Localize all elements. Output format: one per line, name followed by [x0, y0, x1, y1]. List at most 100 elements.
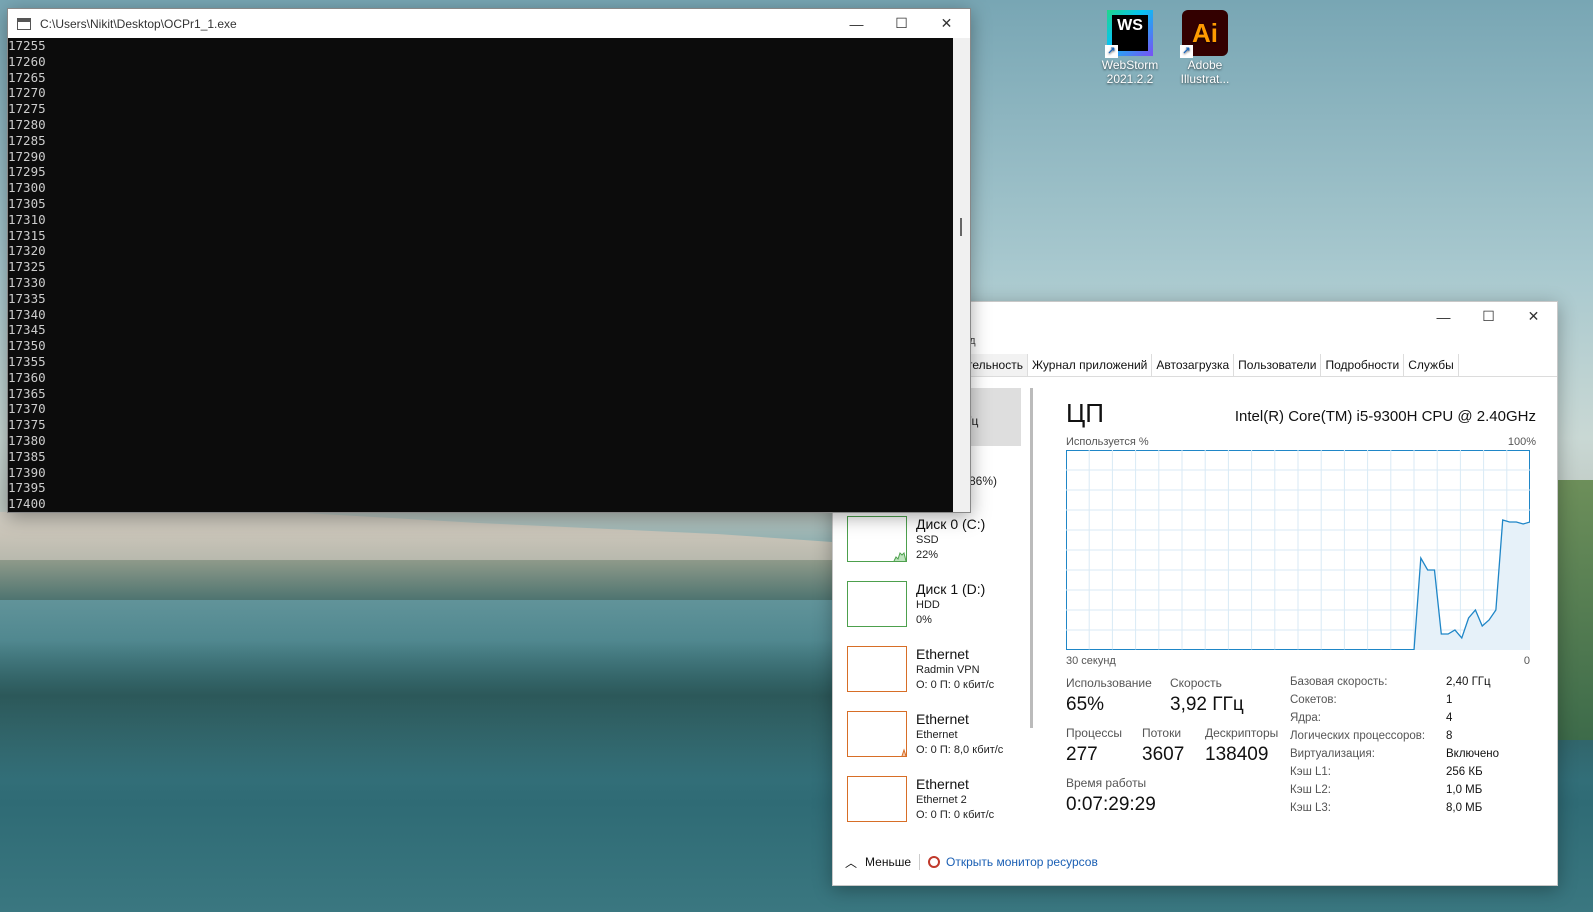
console-title: C:\Users\Nikit\Desktop\OCPr1_1.exe: [40, 16, 237, 31]
shortcut-arrow-icon: ↗: [1180, 45, 1193, 58]
tab-services[interactable]: Службы: [1404, 354, 1459, 376]
console-line: 17290: [8, 148, 46, 164]
resource-item-ethernet[interactable]: Ethernet Ethernet О: 0 П: 8,0 кбит/с: [847, 711, 1032, 761]
console-line: 17340: [8, 306, 46, 322]
threads-label: Потоки: [1142, 726, 1182, 740]
detail-value: 8: [1446, 730, 1453, 742]
tab-app-history[interactable]: Журнал приложений: [1028, 354, 1153, 376]
cpu-usage-graph: [1066, 450, 1530, 650]
console-line: 17350: [8, 338, 46, 354]
console-line: 17360: [8, 369, 46, 385]
footer-separator: [919, 854, 920, 870]
detail-value: 2,40 ГГц: [1446, 676, 1491, 688]
console-scrollbar[interactable]: [953, 38, 970, 512]
tab-startup[interactable]: Автозагрузка: [1152, 354, 1235, 376]
tab-users[interactable]: Пользователи: [1234, 354, 1322, 376]
console-line: 17335: [8, 290, 46, 306]
zero-axis-label: 0: [1523, 655, 1530, 667]
resource-sub: SSD: [916, 534, 939, 546]
console-line: 17330: [8, 274, 46, 290]
console-line: 17325: [8, 259, 46, 275]
ethernet-sparkline: [901, 748, 907, 757]
uptime-label: Время работы: [1066, 776, 1147, 790]
console-line: 17385: [8, 448, 46, 464]
resource-monitor-icon: [928, 856, 940, 868]
resource-sub: Ethernet 2: [916, 794, 967, 806]
utilization-value: 65%: [1066, 694, 1105, 715]
time-axis-label: 30 секунд: [1066, 655, 1116, 667]
resource-name: Ethernet: [916, 776, 969, 792]
console-line: 17395: [8, 480, 46, 496]
wallpaper-right-land: [1553, 480, 1593, 740]
resource-value: О: 0 П: 0 кбит/с: [916, 809, 995, 821]
disk0-sparkline: [893, 552, 907, 562]
disk0-thumbnail: [847, 516, 907, 562]
console-line: 17380: [8, 432, 46, 448]
resource-item-ethernet-radmin[interactable]: Ethernet Radmin VPN О: 0 П: 0 кбит/с: [847, 646, 1032, 696]
console-line: 17390: [8, 464, 46, 480]
illustrator-icon: Ai ↗: [1180, 10, 1228, 58]
ethernet-thumbnail: [847, 711, 907, 757]
detail-value: 1: [1446, 694, 1453, 706]
chevron-up-icon: ︿: [845, 855, 858, 870]
detail-key: Кэш L1:: [1290, 766, 1331, 778]
console-line: 17345: [8, 322, 46, 338]
tab-performance[interactable]: тельность: [963, 354, 1028, 376]
detail-key: Логических процессоров:: [1290, 730, 1426, 742]
console-line: 17355: [8, 353, 46, 369]
console-line: 17280: [8, 116, 46, 132]
tab-bar: тельность Журнал приложений Автозагрузка…: [963, 354, 1459, 376]
resource-name: Ethernet: [916, 646, 969, 662]
resource-item-disk1[interactable]: Диск 1 (D:) HDD 0%: [847, 581, 1032, 631]
close-button[interactable]: ✕: [1511, 302, 1556, 331]
console-line: 17275: [8, 101, 46, 117]
detail-value: 4: [1446, 712, 1453, 724]
console-line: 17295: [8, 164, 46, 180]
speed-value: 3,92 ГГц: [1170, 694, 1244, 715]
detail-key: Кэш L2:: [1290, 784, 1331, 796]
detail-key: Сокетов:: [1290, 694, 1337, 706]
console-line: 17370: [8, 401, 46, 417]
console-titlebar[interactable]: C:\Users\Nikit\Desktop\OCPr1_1.exe — ☐ ✕: [8, 9, 970, 38]
footer-bar: ︿ Меньше Открыть монитор ресурсов: [833, 848, 1557, 876]
desktop-icon-illustrator[interactable]: Ai ↗ Adobe Illustrat...: [1170, 10, 1240, 86]
resource-value: О: 0 П: 8,0 кбит/с: [916, 744, 1004, 756]
console-line: 17320: [8, 243, 46, 259]
resource-item-disk0[interactable]: Диск 0 (C:) SSD 22%: [847, 516, 1032, 566]
tab-details[interactable]: Подробности: [1321, 354, 1405, 376]
console-line: 17365: [8, 385, 46, 401]
resource-name: Ethernet: [916, 711, 969, 727]
disk1-thumbnail: [847, 581, 907, 627]
console-line: 17285: [8, 132, 46, 148]
maximize-button[interactable]: ☐: [1466, 302, 1511, 331]
fewer-details-button[interactable]: ︿ Меньше: [845, 854, 911, 871]
scroll-thumb[interactable]: [960, 218, 962, 236]
handles-label: Дескрипторы: [1205, 726, 1279, 740]
minimize-button[interactable]: —: [1421, 302, 1466, 331]
open-resource-monitor-link[interactable]: Открыть монитор ресурсов: [928, 855, 1098, 869]
detail-value: 8,0 МБ: [1446, 802, 1483, 814]
shortcut-arrow-icon: ↗: [1105, 45, 1118, 58]
ethernet-thumbnail: [847, 776, 907, 822]
resource-value: 0%: [916, 614, 932, 626]
resource-item-ethernet2[interactable]: Ethernet Ethernet 2 О: 0 П: 0 кбит/с: [847, 776, 1032, 826]
resource-monitor-label: Открыть монитор ресурсов: [946, 855, 1098, 869]
console-line: 17300: [8, 180, 46, 196]
webstorm-icon: WS ↗: [1105, 10, 1153, 58]
speed-label: Скорость: [1170, 676, 1222, 690]
ethernet-thumbnail: [847, 646, 907, 692]
desktop-icon-webstorm[interactable]: WS ↗ WebStorm 2021.2.2: [1095, 10, 1165, 86]
console-output[interactable]: 17255 17260 17265 17270 17275 17280 17285 17290…: [8, 38, 953, 512]
close-button[interactable]: ✕: [924, 9, 969, 38]
detail-value: 256 КБ: [1446, 766, 1483, 778]
fewer-details-label: Меньше: [865, 855, 911, 869]
console-app-icon: [17, 17, 31, 30]
console-line: 17270: [8, 85, 46, 101]
maximize-button[interactable]: ☐: [879, 9, 924, 38]
resource-value: О: 0 П: 0 кбит/с: [916, 679, 995, 691]
minimize-button[interactable]: —: [834, 9, 879, 38]
resource-name: Диск 1 (D:): [916, 581, 986, 597]
detail-key: Базовая скорость:: [1290, 676, 1388, 688]
resource-list-scrollbar[interactable]: [1030, 388, 1033, 728]
console-window[interactable]: C:\Users\Nikit\Desktop\OCPr1_1.exe — ☐ ✕…: [7, 8, 971, 513]
